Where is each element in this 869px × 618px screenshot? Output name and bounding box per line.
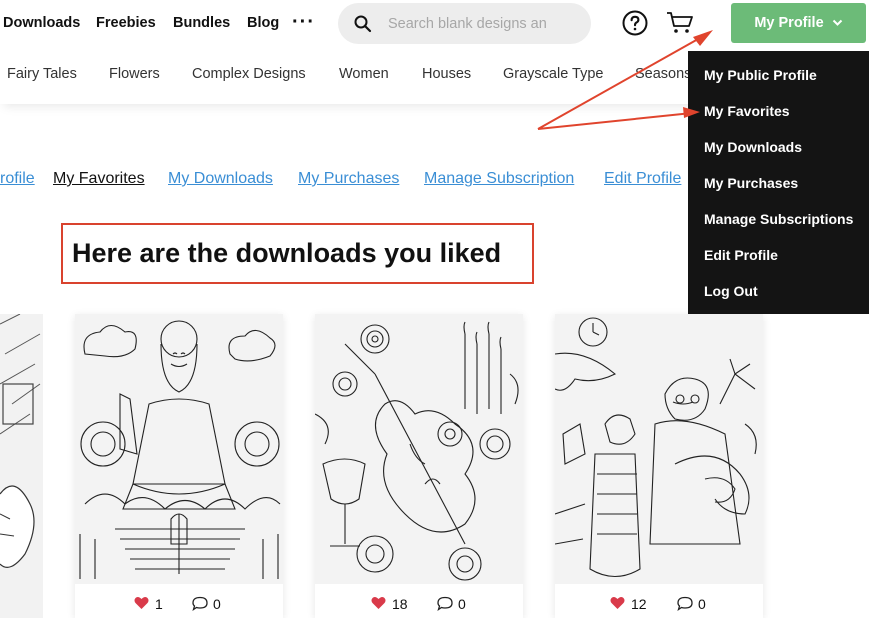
help-icon[interactable] — [622, 10, 648, 36]
my-profile-label: My Profile — [754, 15, 824, 31]
nav-link-bundles[interactable]: Bundles — [173, 15, 230, 31]
like-count: 18 — [392, 596, 408, 612]
search-input[interactable] — [388, 14, 583, 34]
category-grayscale-type[interactable]: Grayscale Type — [503, 66, 603, 82]
chevron-down-icon — [832, 19, 842, 26]
top-navigation: Downloads Freebies Bundles Blog ··· My P… — [0, 0, 869, 48]
menu-item-log-out[interactable]: Log Out — [704, 283, 758, 299]
partial-card-art — [0, 314, 43, 618]
card-stats: 18 0 — [315, 594, 523, 614]
tab-my-favorites[interactable]: My Favorites — [53, 170, 145, 188]
comment-count: 0 — [458, 596, 466, 612]
menu-item-my-favorites[interactable]: My Favorites — [704, 103, 790, 119]
nav-link-downloads[interactable]: Downloads — [3, 15, 80, 31]
menu-item-edit-profile[interactable]: Edit Profile — [704, 247, 778, 263]
card-image-santa[interactable] — [555, 314, 763, 584]
like-count: 1 — [155, 596, 163, 612]
card-image-violin[interactable] — [315, 314, 523, 584]
comment-count: 0 — [213, 596, 221, 612]
category-complex-designs[interactable]: Complex Designs — [192, 66, 306, 82]
page-heading: Here are the downloads you liked — [72, 238, 502, 268]
design-card[interactable]: 18 0 — [315, 314, 523, 618]
nav-link-blog[interactable]: Blog — [247, 15, 279, 31]
comment-icon[interactable] — [677, 596, 693, 611]
category-fairy-tales[interactable]: Fairy Tales — [7, 66, 77, 82]
tab-my-public-profile[interactable]: rofile — [0, 170, 35, 188]
tab-edit-profile[interactable]: Edit Profile — [604, 170, 681, 188]
search-box[interactable] — [338, 3, 591, 44]
comment-icon[interactable] — [192, 596, 208, 611]
search-icon — [354, 15, 372, 33]
design-card[interactable]: 1 0 — [75, 314, 283, 618]
profile-dropdown-menu: My Public Profile My Favorites My Downlo… — [688, 51, 869, 314]
cart-icon[interactable] — [666, 11, 694, 35]
tab-manage-subscription[interactable]: Manage Subscription — [424, 170, 574, 188]
category-houses[interactable]: Houses — [422, 66, 471, 82]
category-flowers[interactable]: Flowers — [109, 66, 160, 82]
comment-count: 0 — [698, 596, 706, 612]
like-count: 12 — [631, 596, 647, 612]
menu-item-my-public-profile[interactable]: My Public Profile — [704, 67, 817, 83]
more-menu-button[interactable]: ··· — [292, 11, 315, 34]
card-stats: 1 0 — [75, 594, 283, 614]
tab-my-purchases[interactable]: My Purchases — [298, 170, 399, 188]
heart-icon[interactable] — [134, 596, 149, 610]
menu-item-my-purchases[interactable]: My Purchases — [704, 175, 798, 191]
design-card[interactable]: 12 0 — [555, 314, 763, 618]
heart-icon[interactable] — [371, 596, 386, 610]
nav-link-freebies[interactable]: Freebies — [96, 15, 156, 31]
my-profile-button[interactable]: My Profile — [731, 3, 866, 43]
category-seasons[interactable]: Seasons — [635, 66, 691, 82]
menu-item-my-downloads[interactable]: My Downloads — [704, 139, 802, 155]
comment-icon[interactable] — [437, 596, 453, 611]
card-stats: 12 0 — [555, 594, 763, 614]
heart-icon[interactable] — [610, 596, 625, 610]
card-image-buddha[interactable] — [75, 314, 283, 584]
partial-design-card[interactable] — [0, 314, 43, 618]
tab-my-downloads[interactable]: My Downloads — [168, 170, 273, 188]
category-women[interactable]: Women — [339, 66, 389, 82]
menu-item-manage-subscriptions[interactable]: Manage Subscriptions — [704, 211, 853, 227]
